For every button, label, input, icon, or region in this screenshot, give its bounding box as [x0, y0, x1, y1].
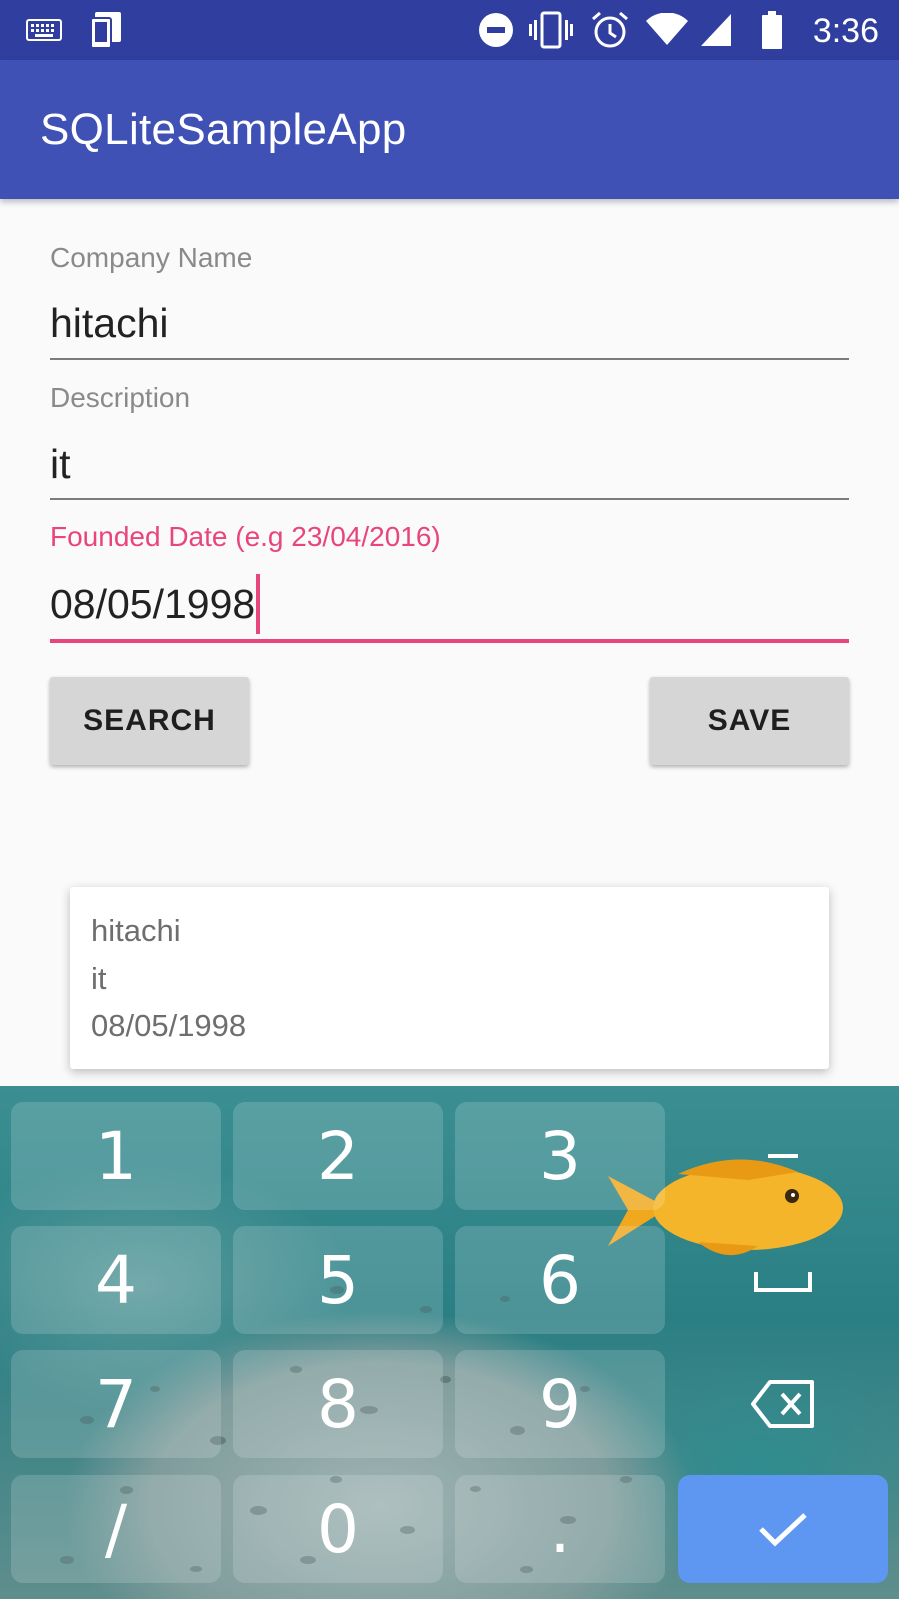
founded-date-underline — [50, 639, 849, 643]
numeric-keyboard: 1 2 3 4 5 6 7 8 9 / 0 . — [0, 1086, 899, 1599]
key-0[interactable]: 0 — [233, 1475, 443, 1583]
minus-icon — [768, 1154, 798, 1158]
save-button[interactable]: SAVE — [650, 677, 849, 765]
founded-date-label: Founded Date (e.g 23/04/2016) — [50, 521, 441, 552]
description-underline — [50, 498, 849, 500]
backspace-key[interactable] — [678, 1350, 888, 1458]
company-name-input[interactable]: hitachi — [50, 300, 169, 347]
result-founded-date: 08/05/1998 — [91, 1008, 247, 1043]
battery-icon — [758, 0, 786, 60]
key-6[interactable]: 6 — [455, 1226, 665, 1334]
text-cursor — [256, 574, 261, 634]
result-card[interactable]: hitachi it 08/05/1998 — [70, 887, 829, 1069]
result-description: it — [91, 961, 107, 996]
keyboard-icon — [24, 0, 64, 60]
description-label: Description — [50, 382, 191, 413]
founded-date-input[interactable]: 08/05/1998 — [50, 574, 261, 634]
vibrate-icon — [528, 0, 574, 60]
status-clock: 3:36 — [812, 12, 879, 50]
search-button[interactable]: SEARCH — [50, 677, 249, 765]
wifi-icon — [644, 0, 690, 60]
status-bar: 3:36 — [0, 0, 899, 60]
key-3[interactable]: 3 — [455, 1102, 665, 1210]
founded-date-value: 08/05/1998 — [50, 580, 256, 627]
checkmark-icon — [759, 1513, 807, 1547]
key-7[interactable]: 7 — [11, 1350, 221, 1458]
enter-key[interactable] — [678, 1475, 888, 1583]
backspace-icon — [751, 1380, 814, 1428]
app-title: SQLiteSampleApp — [40, 105, 407, 154]
result-company: hitachi — [91, 913, 181, 948]
description-input[interactable]: it — [50, 441, 71, 488]
app-bar: SQLiteSampleApp — [0, 60, 899, 199]
alarm-icon — [588, 0, 632, 60]
signal-icon — [698, 0, 734, 60]
device-icon — [84, 0, 128, 60]
key-2[interactable]: 2 — [233, 1102, 443, 1210]
minus-key[interactable] — [678, 1102, 888, 1210]
key-8[interactable]: 8 — [233, 1350, 443, 1458]
key-9[interactable]: 9 — [455, 1350, 665, 1458]
key-1[interactable]: 1 — [11, 1102, 221, 1210]
space-key[interactable] — [678, 1226, 888, 1334]
key-period[interactable]: . — [455, 1475, 665, 1583]
key-4[interactable]: 4 — [11, 1226, 221, 1334]
space-icon — [754, 1272, 812, 1292]
company-name-underline — [50, 358, 849, 360]
key-5[interactable]: 5 — [233, 1226, 443, 1334]
key-slash[interactable]: / — [11, 1475, 221, 1583]
company-name-label: Company Name — [50, 242, 253, 273]
do-not-disturb-icon — [476, 0, 516, 60]
